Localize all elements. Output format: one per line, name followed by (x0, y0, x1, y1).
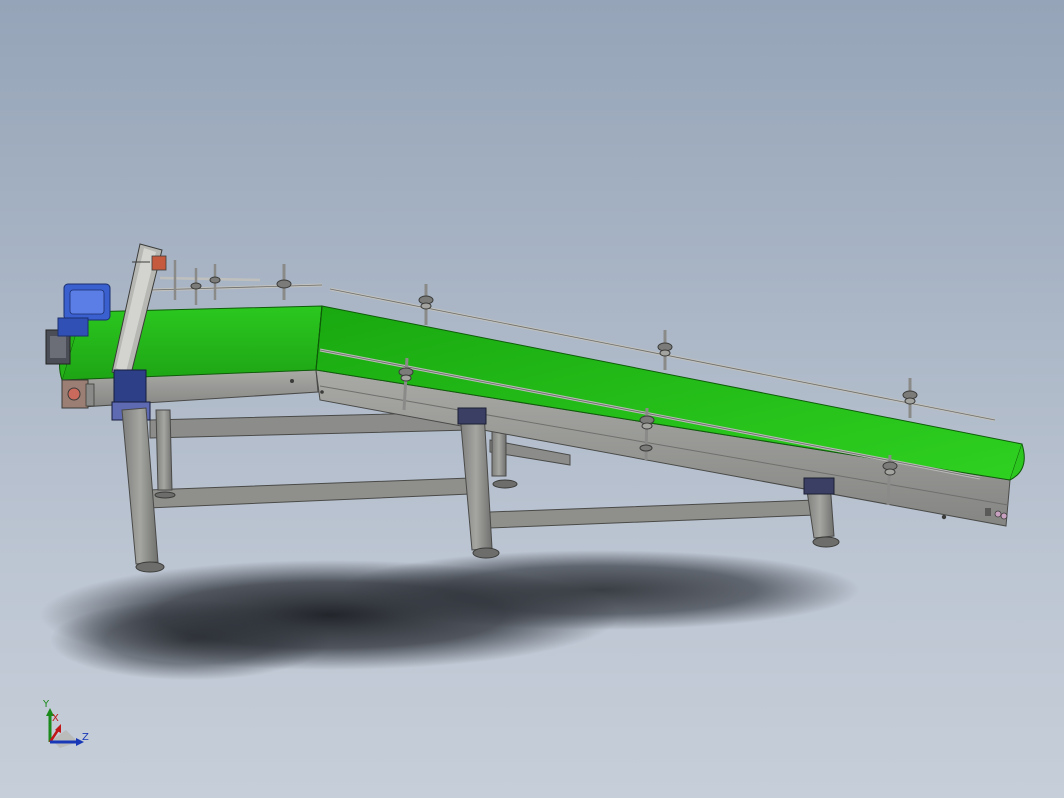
model-canvas (40, 243, 1025, 680)
coordinate-triad: Y X Z (36, 700, 96, 756)
cad-viewport[interactable] (0, 0, 1064, 798)
z-axis-label: Z (82, 732, 89, 743)
y-axis-label: Y (43, 699, 50, 710)
x-axis-label: X (52, 713, 59, 724)
